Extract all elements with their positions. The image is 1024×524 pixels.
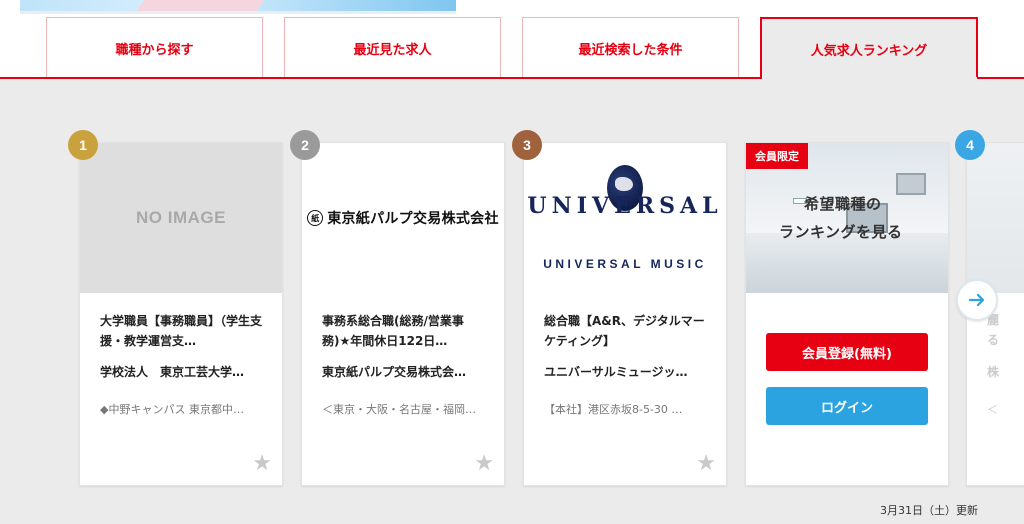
company-fragment: 株 (987, 365, 1000, 379)
location-fragment: ＜ (987, 403, 998, 416)
rank-badge-3: 3 (512, 130, 542, 160)
job-location: 【本社】港区赤坂8-5-30 … (544, 403, 683, 416)
company-logo: UNIVERSAL UNIVERSAL MUSIC (524, 143, 726, 293)
updated-date: 3月31日（土）更新 (880, 504, 978, 517)
favorite-star-icon[interactable]: ★ (696, 453, 716, 475)
job-card-1[interactable]: NO IMAGE 大学職員【事務職員】（学生支援・教学運営支… 学校法人 東京工… (79, 142, 283, 486)
company-name: 学校法人 東京工芸大学… (100, 365, 245, 379)
company-logo-text: 東京紙パルプ交易株式会社 (327, 211, 499, 227)
job-location: ◆中野キャンパス 東京都中… (100, 403, 244, 416)
job-title: 大学職員【事務職員】（学生支援・教学運営支… (100, 314, 263, 348)
cta-line-2: ランキングを見る (779, 223, 903, 241)
tab-recent-searches[interactable]: 最近検索した条件 (522, 17, 739, 78)
company-mark-icon: 紙 (307, 210, 324, 226)
tab-popular-ranking[interactable]: 人気求人ランキング (760, 17, 978, 80)
job-card-3[interactable]: UNIVERSAL UNIVERSAL MUSIC 総合職【A&R、デジタルマー… (523, 142, 727, 486)
tab-label: 職種から探す (115, 42, 194, 58)
register-button[interactable]: 会員登録(無料) (766, 333, 928, 371)
tab-label: 最近検索した条件 (578, 42, 683, 58)
no-image-placeholder: NO IMAGE (80, 143, 282, 293)
job-thumbnail (967, 143, 1024, 293)
arrow-right-icon (968, 293, 985, 307)
member-ranking-banner[interactable]: 会員限定 希望職種の ランキングを見る (746, 143, 948, 293)
tab-search-by-job[interactable]: 職種から探す (46, 17, 263, 78)
carousel-next-button[interactable] (956, 279, 998, 321)
logo-wordmark: UNIVERSAL (527, 193, 723, 219)
tab-label: 最近見た求人 (353, 42, 432, 58)
job-location: ＜東京・大阪・名古屋・福岡… (322, 403, 476, 416)
tab-label: 人気求人ランキング (810, 44, 928, 59)
job-title-fragment: る (987, 333, 1000, 347)
tab-recently-viewed[interactable]: 最近見た求人 (284, 17, 501, 78)
favorite-star-icon[interactable]: ★ (252, 453, 272, 475)
logo-subtitle: UNIVERSAL MUSIC (543, 257, 707, 271)
company-name: ユニバーサルミュージッ… (544, 365, 688, 379)
cta-line-1: 希望職種の (804, 195, 882, 213)
job-title: 事務系総合職(総務/営業事務)★年間休日122日… (322, 314, 464, 348)
login-button[interactable]: ログイン (766, 387, 928, 425)
company-name: 東京紙パルプ交易株式会… (322, 365, 467, 379)
member-only-label: 会員限定 (746, 143, 808, 169)
rank-badge-2: 2 (290, 130, 320, 160)
rank-badge-1: 1 (68, 130, 98, 160)
tab-bar: 職種から探す 最近見た求人 最近検索した条件 人気求人ランキング (0, 0, 1024, 80)
job-card-2[interactable]: 紙 東京紙パルプ交易株式会社 事務系総合職(総務/営業事務)★年間休日122日…… (301, 142, 505, 486)
job-title: 総合職【A&R、デジタルマーケティング】 (544, 314, 705, 348)
rank-badge-4: 4 (955, 130, 985, 160)
company-logo: 紙 東京紙パルプ交易株式会社 (302, 143, 504, 293)
member-only-card: 会員限定 希望職種の ランキングを見る 会員登録(無料) ログイン (745, 142, 949, 486)
favorite-star-icon[interactable]: ★ (474, 453, 494, 475)
